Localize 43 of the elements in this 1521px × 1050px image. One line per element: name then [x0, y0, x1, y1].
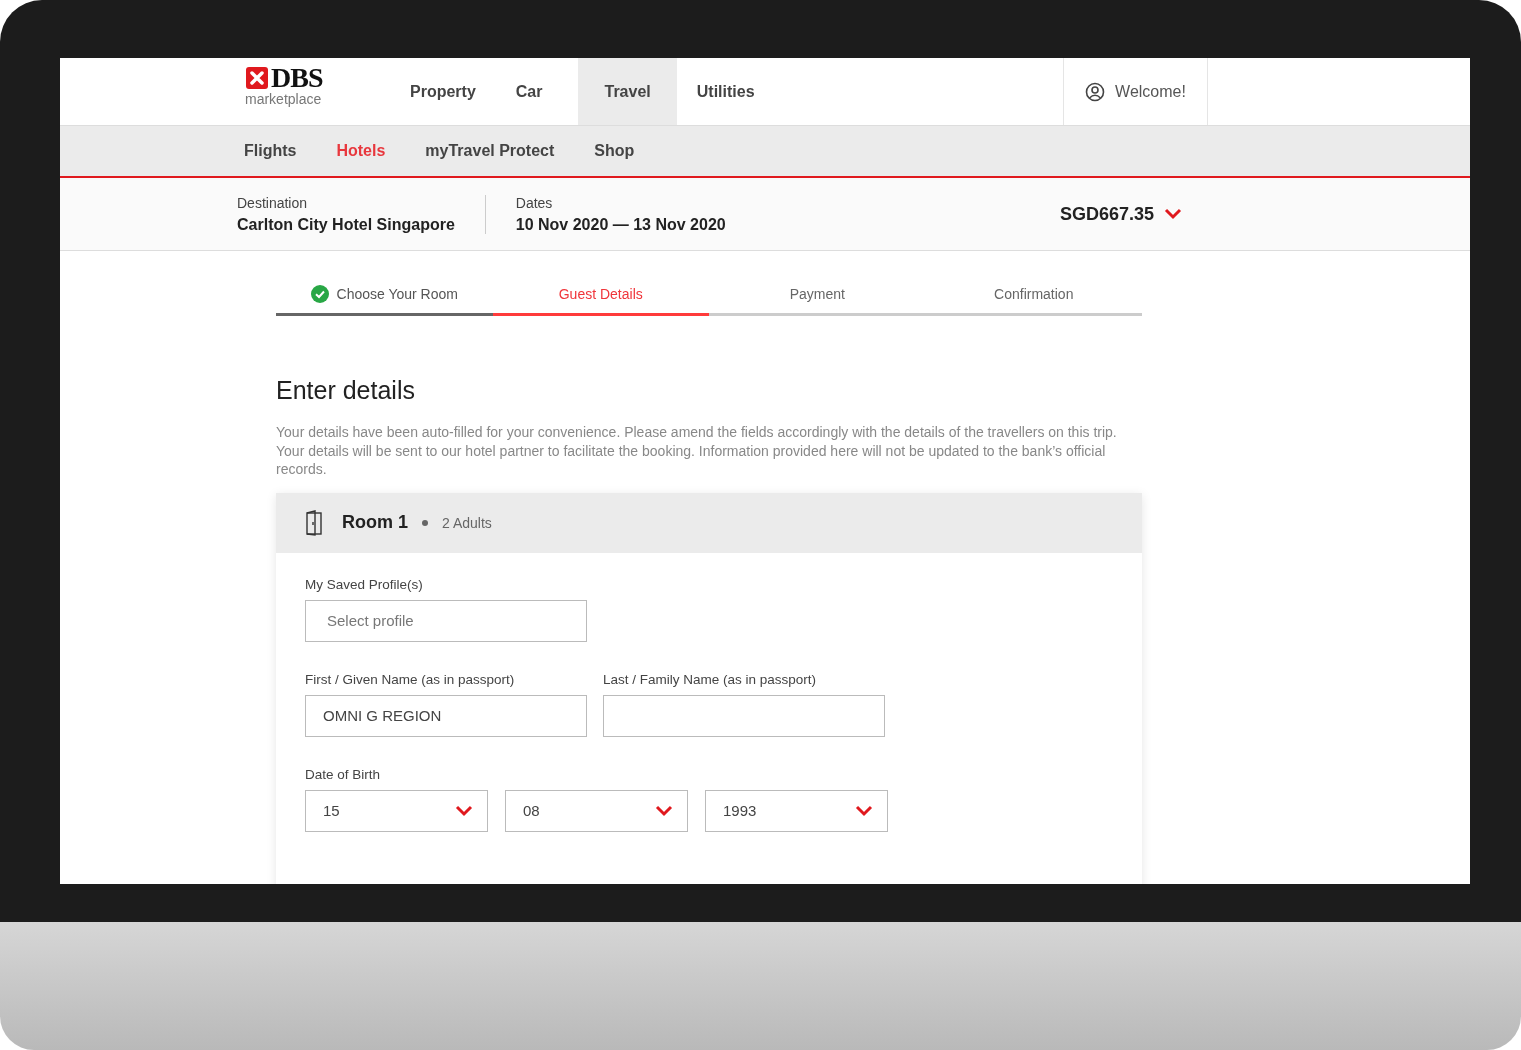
summary-value: Carlton City Hotel Singapore — [237, 215, 455, 234]
subnav-tab[interactable]: Shop — [594, 142, 635, 160]
field-label: First / Given Name (as in passport) — [305, 671, 516, 687]
logo-brand: DBS — [271, 64, 323, 92]
chevron-down-icon — [855, 804, 873, 817]
guest-count: 2 Adults — [442, 514, 492, 531]
date-select[interactable]: 08 — [505, 789, 688, 832]
summary-value: 10 Nov 2020 — 13 Nov 2020 — [515, 215, 726, 234]
chevron-down-icon — [1164, 208, 1182, 220]
date-select[interactable]: 1993 — [705, 789, 888, 832]
nav-tab[interactable]: Property — [390, 58, 496, 125]
field-label: My Saved Profile(s) — [305, 576, 424, 592]
chevron-down-icon — [455, 804, 473, 817]
progress-step: Payment — [709, 285, 926, 316]
subnav-tab[interactable]: Flights — [244, 142, 297, 160]
intro-text: Your details have been auto-filled for your convenience. Please amend the fields accordingly with the details of the travellers on this trip. Your details will be sent to our hotel partner to facilitate the booking. Information provided here will not be updated to the bank’s official records. — [276, 423, 1118, 479]
text-field[interactable]: OMNI G REGION — [305, 694, 587, 737]
progress-step: Choose Your Room — [276, 285, 493, 316]
account-menu[interactable]: Welcome! — [1063, 58, 1208, 125]
summary-label: Dates — [515, 194, 554, 211]
logo[interactable]: DBS marketplace — [245, 58, 355, 125]
subnav-tab[interactable]: myTravel Protect — [425, 142, 555, 160]
door-icon — [306, 509, 322, 536]
room-title: Room 1 — [342, 512, 408, 533]
date-select[interactable]: 15 — [305, 789, 488, 832]
separator-dot — [422, 519, 428, 526]
text-field[interactable] — [603, 694, 885, 737]
nav-tab[interactable]: Travel — [578, 58, 677, 125]
check-icon — [310, 285, 329, 303]
progress-step: Guest Details — [492, 285, 709, 316]
text-field[interactable]: Select profile — [305, 599, 587, 642]
user-icon — [1085, 81, 1106, 102]
page-heading: Enter details — [276, 376, 416, 405]
field-label: Date of Birth — [305, 766, 382, 782]
nav-tab[interactable]: Utilities — [676, 58, 775, 125]
logo-icon — [245, 66, 269, 90]
logo-subtitle: marketplace — [245, 92, 323, 106]
field-label: Last / Family Name (as in passport) — [603, 671, 818, 687]
chevron-down-icon — [655, 804, 673, 817]
nav-tab[interactable]: Car — [495, 58, 579, 125]
summary-label: Destination — [237, 194, 309, 211]
progress-step: Confirmation — [925, 285, 1142, 316]
price-toggle[interactable]: SGD667.35 — [1059, 203, 1182, 225]
